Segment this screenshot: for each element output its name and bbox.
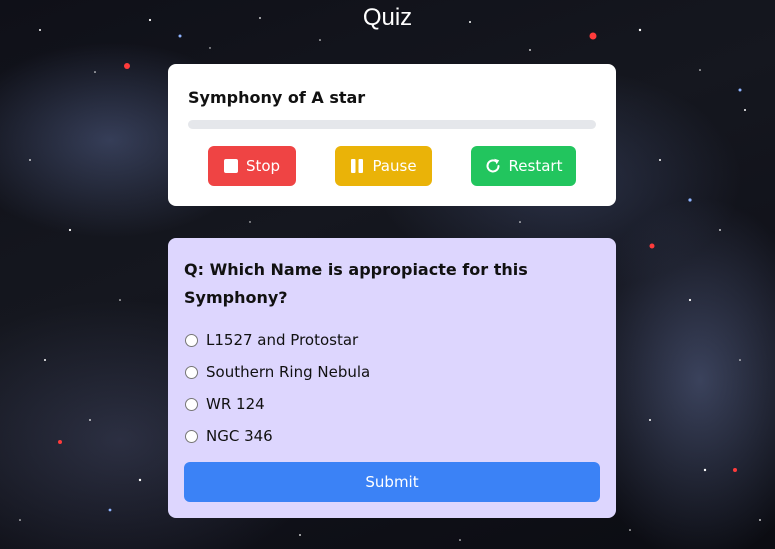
question-text: Q: Which Name is appropiacte for this Sy… bbox=[184, 260, 528, 307]
answer-option[interactable]: L1527 and Protostar bbox=[184, 324, 600, 356]
answer-option[interactable]: NGC 346 bbox=[184, 420, 600, 452]
audio-player-card: Symphony of A star Stop Pause Restart bbox=[168, 64, 616, 206]
quiz-card: Q: Which Name is appropiacte for this Sy… bbox=[168, 238, 616, 518]
answer-option-label: WR 124 bbox=[206, 395, 265, 413]
stop-button[interactable]: Stop bbox=[208, 146, 296, 186]
answer-radio[interactable] bbox=[185, 397, 198, 411]
answer-option[interactable]: Southern Ring Nebula bbox=[184, 356, 600, 388]
pause-button-label: Pause bbox=[372, 157, 417, 175]
quiz-page: Quiz Symphony of A star Stop Pause Resta… bbox=[0, 0, 775, 549]
pause-button[interactable]: Pause bbox=[335, 146, 432, 186]
pause-icon bbox=[350, 159, 364, 173]
track-title: Symphony of A star bbox=[188, 88, 366, 107]
answer-radio[interactable] bbox=[185, 333, 198, 347]
answer-options: L1527 and Protostar Southern Ring Nebula… bbox=[184, 324, 600, 452]
answer-radio[interactable] bbox=[185, 429, 198, 443]
answer-radio[interactable] bbox=[185, 365, 198, 379]
stop-button-label: Stop bbox=[245, 157, 281, 175]
stop-icon bbox=[223, 159, 238, 173]
answer-option-label: Southern Ring Nebula bbox=[206, 363, 371, 381]
restart-button[interactable]: Restart bbox=[471, 146, 576, 186]
restart-icon bbox=[485, 158, 501, 174]
player-controls: Stop Pause Restart bbox=[168, 146, 616, 186]
answer-option-label: NGC 346 bbox=[206, 427, 273, 445]
restart-button-label: Restart bbox=[508, 157, 563, 175]
submit-button[interactable]: Submit bbox=[184, 462, 600, 502]
answer-option-label: L1527 and Protostar bbox=[206, 331, 359, 349]
answer-option[interactable]: WR 124 bbox=[184, 388, 600, 420]
page-title: Quiz bbox=[362, 4, 413, 31]
progress-bar[interactable] bbox=[188, 120, 596, 129]
